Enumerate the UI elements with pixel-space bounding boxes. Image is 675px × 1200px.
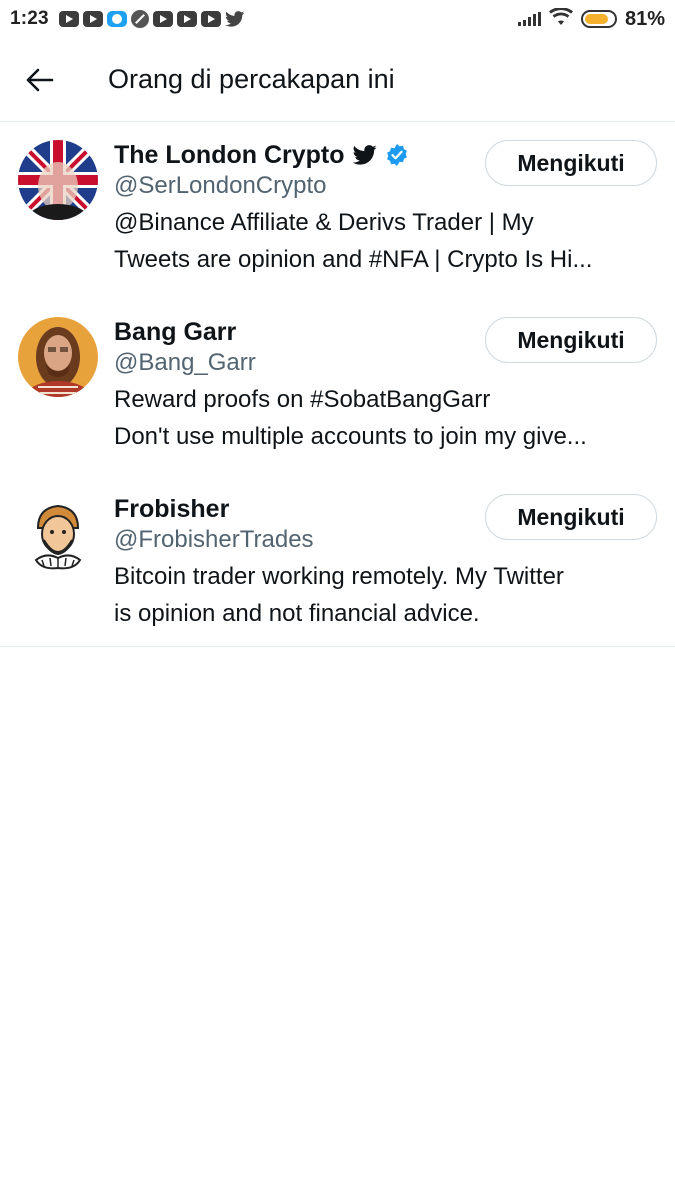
youtube-icon xyxy=(152,11,173,27)
avatar[interactable] xyxy=(18,140,98,220)
app-icon xyxy=(106,11,127,27)
user-row-frobisher[interactable]: Frobisher @FrobisherTrades Bitcoin trade… xyxy=(0,476,675,646)
header: Orang di percakapan ini xyxy=(0,38,675,122)
display-name[interactable]: Frobisher xyxy=(114,495,229,524)
signal-icon xyxy=(517,12,541,26)
user-list: The London Crypto @SerLondonCrypto @Bina… xyxy=(0,122,675,647)
youtube-icon xyxy=(176,11,197,27)
battery-icon xyxy=(580,10,617,28)
following-button[interactable]: Mengikuti xyxy=(485,317,657,363)
user-bio: Reward proofs on #SobatBangGarr Don't us… xyxy=(114,381,657,455)
notification-icons xyxy=(58,10,245,28)
youtube-icon xyxy=(82,11,103,27)
avatar[interactable] xyxy=(18,317,98,397)
youtube-icon xyxy=(200,11,221,27)
avatar[interactable] xyxy=(18,494,98,574)
user-bio: Bitcoin trader working remotely. My Twit… xyxy=(114,558,657,632)
verified-badge-icon xyxy=(386,144,407,166)
wifi-icon xyxy=(548,6,573,31)
bio-line: Don't use multiple accounts to join my g… xyxy=(114,423,587,450)
bio-line: @Binance Affiliate & Derivs Trader | My xyxy=(114,209,534,236)
page-title: Orang di percakapan ini xyxy=(108,64,395,94)
display-name[interactable]: Bang Garr xyxy=(114,318,236,347)
user-row-the-london-crypto[interactable]: The London Crypto @SerLondonCrypto @Bina… xyxy=(0,122,675,299)
user-row-bang-garr[interactable]: Bang Garr @Bang_Garr Reward proofs on #S… xyxy=(0,299,675,476)
battery-percent: 81% xyxy=(624,7,665,30)
twitter-bird-icon xyxy=(352,145,377,165)
status-time: 1:23 xyxy=(10,8,49,29)
bio-line: Tweets are opinion and #NFA | Crypto Is … xyxy=(114,246,593,273)
user-bio: @Binance Affiliate & Derivs Trader | My … xyxy=(114,204,657,278)
following-button[interactable]: Mengikuti xyxy=(485,140,657,186)
arrow-left-icon xyxy=(26,68,54,91)
display-name[interactable]: The London Crypto xyxy=(114,141,345,170)
twitter-icon xyxy=(224,11,245,27)
bio-line: Reward proofs on #SobatBangGarr xyxy=(114,386,491,413)
status-bar: 1:23 81% xyxy=(0,0,675,38)
bio-line: Bitcoin trader working remotely. My Twit… xyxy=(114,563,564,590)
blocked-icon xyxy=(130,10,149,28)
back-button[interactable] xyxy=(0,38,80,122)
bio-line: is opinion and not financial advice. xyxy=(114,600,480,627)
youtube-icon xyxy=(58,11,79,27)
following-button[interactable]: Mengikuti xyxy=(485,494,657,540)
